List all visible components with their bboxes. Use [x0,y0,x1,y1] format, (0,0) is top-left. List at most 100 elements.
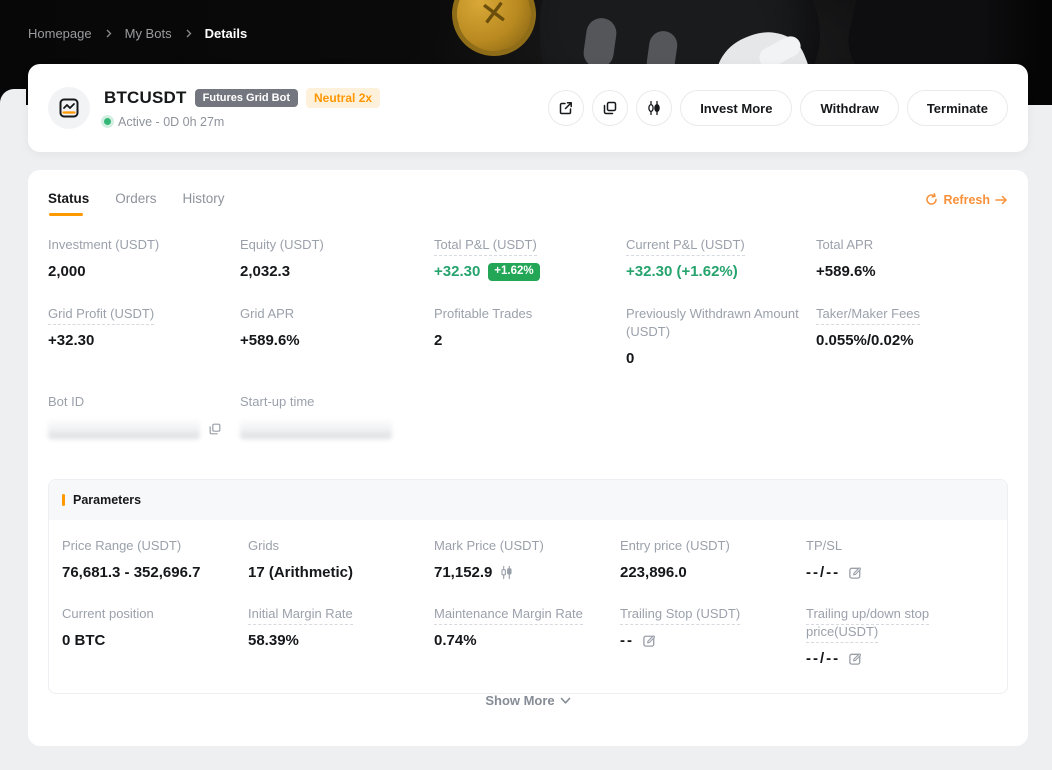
stat-label: Profitable Trades [434,306,532,321]
stat-label: Current P&L (USDT) [626,237,745,256]
external-link-icon [558,100,574,116]
stat-value: 2,000 [48,263,226,280]
stat-grid-apr: Grid APR +589.6% [240,305,434,367]
param-price-range: Price Range (USDT) 76,681.3 - 352,696.7 [62,537,248,581]
parameters-header: Parameters [49,480,1007,520]
breadcrumb-chevron-icon [104,29,113,38]
arrow-right-icon [995,195,1008,205]
parameters-grid: Price Range (USDT) 76,681.3 - 352,696.7 … [49,520,1007,693]
tab-history[interactable]: History [183,191,225,216]
orange-accent-bar [62,494,65,506]
parameters-section: Parameters Price Range (USDT) 76,681.3 -… [48,479,1008,694]
candlestick-icon [646,100,662,116]
bot-id-blurred-value [48,419,200,439]
copy-icon [602,100,618,116]
param-value: 0.74% [434,632,606,649]
withdraw-button[interactable]: Withdraw [800,90,898,126]
stat-value: +32.30 [434,263,480,280]
refresh-button[interactable]: Refresh [925,193,1008,215]
stat-value: 0 [626,350,802,367]
active-status-dot [104,118,111,125]
stat-equity: Equity (USDT) 2,032.3 [240,236,434,281]
stat-grid-profit: Grid Profit (USDT) +32.30 [48,305,240,367]
copy-bot-button[interactable] [592,90,628,126]
bot-avatar [48,87,90,129]
chevron-down-icon [560,697,571,705]
param-label: Entry price (USDT) [620,538,730,553]
edit-tpsl-icon[interactable] [848,565,863,580]
param-label: Mark Price (USDT) [434,538,544,553]
breadcrumb: Homepage My Bots Details [28,26,247,41]
param-label: Grids [248,538,279,553]
stat-label: Total P&L (USDT) [434,237,537,256]
param-trailing-updown: Trailing up/down stop price(USDT) --/-- [806,605,994,667]
startup-time-cell: Start-up time [240,393,434,439]
param-entry-price: Entry price (USDT) 223,896.0 [620,537,806,581]
share-button[interactable] [548,90,584,126]
param-value: 17 (Arithmetic) [248,564,420,581]
page-corner-curve [0,89,26,105]
tab-orders[interactable]: Orders [115,191,156,216]
param-value: 0 BTC [62,632,234,649]
param-tpsl: TP/SL --/-- [806,537,994,581]
param-value: 223,896.0 [620,564,792,581]
param-label: TP/SL [806,538,842,553]
stat-value: +32.30 (+1.62%) [626,263,802,280]
param-mark-price: Mark Price (USDT) 71,152.9 [434,537,620,581]
stat-withdrawn-amount: Previously Withdrawn Amount (USDT) 0 [626,305,816,367]
tab-status[interactable]: Status [48,191,89,216]
param-label: Initial Margin Rate [248,606,353,625]
terminate-button[interactable]: Terminate [907,90,1008,126]
bot-meta-row: Bot ID Start-up time [48,393,1008,439]
stat-value: 2 [434,332,612,349]
stat-total-apr: Total APR +589.6% [816,236,1008,281]
breadcrumb-my-bots[interactable]: My Bots [125,26,172,41]
copy-bot-id-icon[interactable] [208,422,222,436]
param-initial-margin-rate: Initial Margin Rate 58.39% [248,605,434,667]
mark-price-chart-icon[interactable] [499,565,514,580]
refresh-icon [925,193,938,206]
pl-percent-badge: +1.62% [488,263,539,281]
details-card: Status Orders History Refresh Investment… [28,170,1028,746]
param-value: -- [620,632,634,649]
stat-label: Previously Withdrawn Amount (USDT) [626,306,799,339]
stat-label: Grid Profit (USDT) [48,306,154,325]
stat-label: Equity (USDT) [240,237,324,252]
stat-value: 0.055%/0.02% [816,332,994,349]
bot-type-badge: Futures Grid Bot [195,89,298,107]
param-value: --/-- [806,650,840,667]
startup-time-label: Start-up time [240,394,314,409]
param-value: 58.39% [248,632,420,649]
param-value: 76,681.3 - 352,696.7 [62,564,234,581]
stat-value: 2,032.3 [240,263,420,280]
bot-mode-badge: Neutral 2x [306,88,380,108]
edit-trailing-stop-icon[interactable] [642,633,657,648]
coin-symbol: ✕ [477,0,511,36]
stat-investment: Investment (USDT) 2,000 [48,236,240,281]
param-label: Trailing Stop (USDT) [620,606,740,625]
breadcrumb-details: Details [205,26,248,41]
param-label: Price Range (USDT) [62,538,181,553]
stat-label: Grid APR [240,306,294,321]
param-label: Trailing up/down stop price(USDT) [806,606,929,643]
bot-id-cell: Bot ID [48,393,240,439]
param-grids: Grids 17 (Arithmetic) [248,537,434,581]
param-value: --/-- [806,564,840,581]
breadcrumb-chevron-icon [184,29,193,38]
bot-pair-title: BTCUSDT [104,88,187,108]
invest-more-button[interactable]: Invest More [680,90,792,126]
show-more-button[interactable]: Show More [28,693,1028,708]
stat-current-pl: Current P&L (USDT) +32.30 (+1.62%) [626,236,816,281]
param-label: Maintenance Margin Rate [434,606,583,625]
stat-value: +32.30 [48,332,226,349]
breadcrumb-homepage[interactable]: Homepage [28,26,92,41]
parameters-title: Parameters [73,493,141,507]
stat-value: +589.6% [816,263,994,280]
stat-total-pl: Total P&L (USDT) +32.30 +1.62% [434,236,626,281]
param-current-position: Current position 0 BTC [62,605,248,667]
status-stats-grid: Investment (USDT) 2,000 Equity (USDT) 2,… [48,236,1008,367]
param-value: 71,152.9 [434,564,492,581]
chart-view-button[interactable] [636,90,672,126]
status-label: Active [118,115,152,129]
edit-trailing-updown-icon[interactable] [848,651,863,666]
